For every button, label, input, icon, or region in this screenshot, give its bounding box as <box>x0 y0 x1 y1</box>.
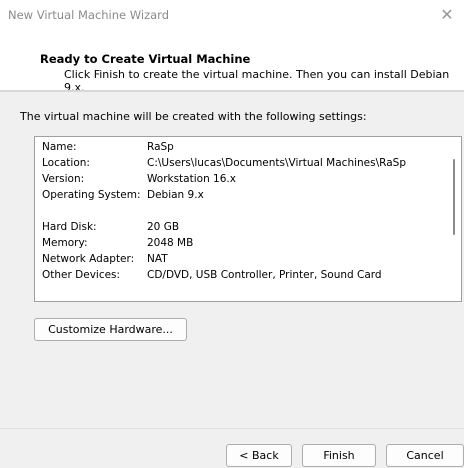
setting-key: Other Devices: <box>42 269 121 281</box>
setting-value: RaSp <box>147 141 174 153</box>
setting-key: Name: <box>42 141 77 153</box>
button-bar: < Back Finish Cancel <box>0 428 464 468</box>
setting-value: C:\Users\lucas\Documents\Virtual Machine… <box>147 157 406 169</box>
cancel-button[interactable]: Cancel <box>386 444 464 467</box>
setting-value: 20 GB <box>147 221 180 233</box>
setting-key: Operating System: <box>42 189 141 201</box>
close-icon[interactable]: ✕ <box>436 4 458 26</box>
back-button[interactable]: < Back <box>226 444 292 467</box>
setting-value: NAT <box>147 253 168 265</box>
scrollbar-thumb[interactable] <box>453 159 455 235</box>
customize-hardware-button[interactable]: Customize Hardware... <box>34 318 187 341</box>
finish-button[interactable]: Finish <box>302 444 376 467</box>
setting-key: Version: <box>42 173 85 185</box>
setting-value: Workstation 16.x <box>147 173 236 185</box>
settings-scrollbar[interactable] <box>449 139 459 299</box>
setting-key: Memory: <box>42 237 88 249</box>
setting-key: Location: <box>42 157 90 169</box>
page-title: Ready to Create Virtual Machine <box>40 52 251 66</box>
window-title: New Virtual Machine Wizard <box>8 8 169 22</box>
setting-value: Debian 9.x <box>147 189 204 201</box>
setting-key: Network Adapter: <box>42 253 135 265</box>
setting-value: CD/DVD, USB Controller, Printer, Sound C… <box>147 269 382 281</box>
title-bar: New Virtual Machine Wizard ✕ <box>0 0 464 30</box>
wizard-window: New Virtual Machine Wizard ✕ Ready to Cr… <box>0 0 464 468</box>
wizard-header: Ready to Create Virtual Machine Click Fi… <box>0 30 464 94</box>
setting-key: Hard Disk: <box>42 221 97 233</box>
settings-summary-list[interactable]: Name: RaSp Location: C:\Users\lucas\Docu… <box>34 136 462 302</box>
setting-value: 2048 MB <box>147 237 194 249</box>
wizard-body: The virtual machine will be created with… <box>0 92 464 428</box>
settings-intro: The virtual machine will be created with… <box>20 110 367 123</box>
